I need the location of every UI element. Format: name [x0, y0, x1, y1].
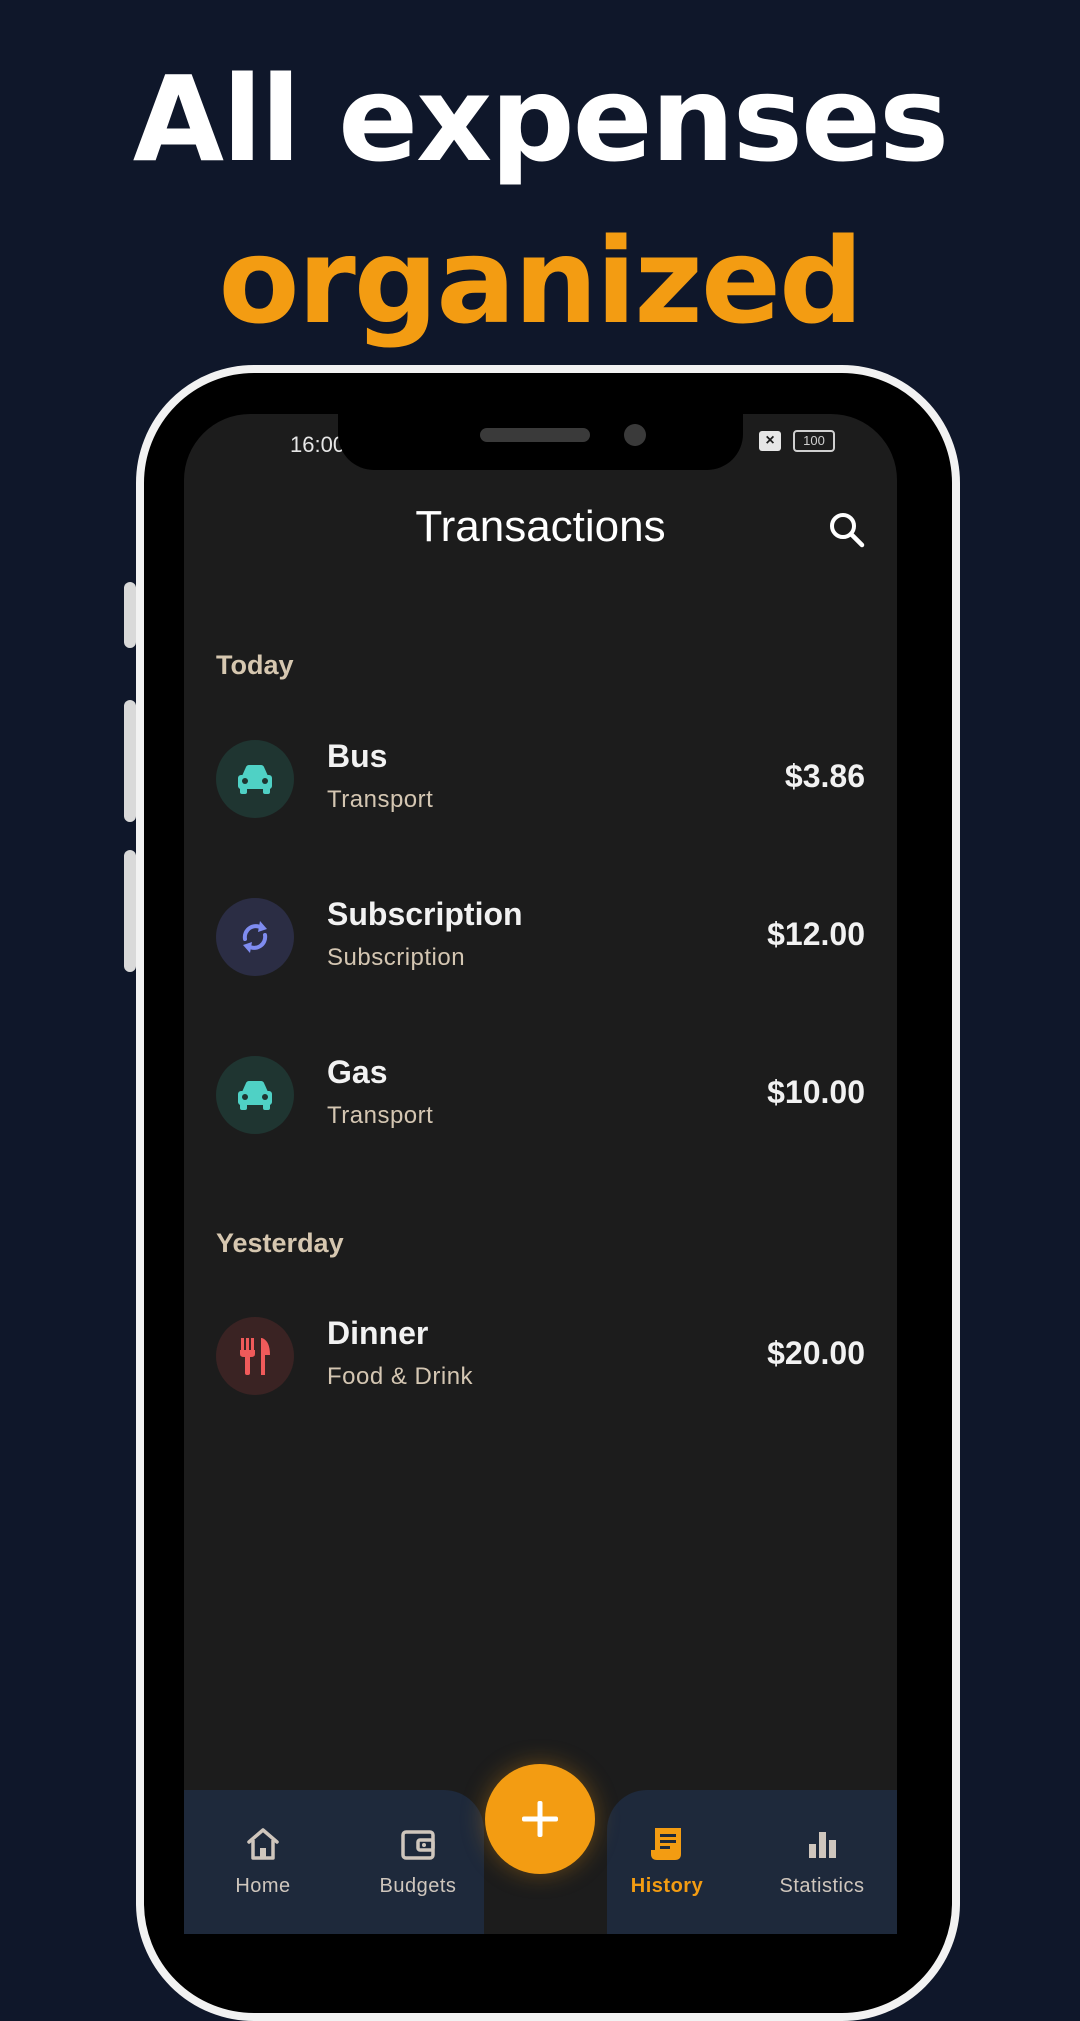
- transaction-category: Food & Drink: [327, 1363, 474, 1390]
- search-icon: [830, 513, 865, 548]
- transaction-row[interactable]: Gas Transport $10.00: [184, 1040, 897, 1150]
- status-icons: × 100: [759, 430, 835, 452]
- transaction-name: Gas: [327, 1054, 388, 1090]
- status-time: 16:00: [290, 432, 346, 457]
- add-transaction-button[interactable]: [485, 1764, 595, 1874]
- nav-item-history[interactable]: History: [607, 1824, 727, 1898]
- nav-item-budgets[interactable]: Budgets: [358, 1824, 478, 1898]
- home-icon: [247, 1828, 279, 1860]
- nav-item-home[interactable]: Home: [203, 1824, 323, 1898]
- transaction-category: Subscription: [327, 944, 466, 971]
- phone-side-button: [124, 850, 136, 972]
- bar-chart-icon: [809, 1832, 836, 1858]
- refresh-icon: [242, 921, 268, 953]
- battery-icon: 100: [793, 430, 835, 452]
- transaction-category: Transport: [327, 786, 434, 813]
- transaction-row[interactable]: Bus Transport $3.86: [184, 724, 897, 834]
- no-sim-icon: ×: [759, 431, 781, 451]
- utensils-icon: [240, 1338, 270, 1375]
- car-icon: [238, 1081, 272, 1110]
- food-category-badge: [216, 1317, 294, 1395]
- subscription-category-badge: [216, 898, 294, 976]
- phone-screen: 16:00 × 100 Transactions Today Bus Trans…: [184, 414, 897, 1934]
- transaction-amount: $10.00: [767, 1074, 865, 1110]
- transport-category-badge: [216, 740, 294, 818]
- transaction-row[interactable]: Subscription Subscription $12.00: [184, 882, 897, 992]
- nav-item-label: Statistics: [779, 1875, 865, 1897]
- nav-item-label: Home: [235, 1875, 291, 1897]
- transaction-name: Bus: [327, 738, 388, 774]
- page-title: Transactions: [415, 502, 666, 551]
- receipt-icon: [651, 1828, 681, 1860]
- transport-category-badge: [216, 1056, 294, 1134]
- transaction-amount: $12.00: [767, 916, 865, 952]
- nav-item-label: History: [630, 1875, 704, 1897]
- nav-item-label: Budgets: [379, 1875, 457, 1897]
- wallet-icon: [401, 1830, 435, 1860]
- phone-side-button: [124, 700, 136, 822]
- car-icon: [238, 765, 272, 794]
- phone-speaker: [480, 428, 590, 442]
- nav-item-statistics[interactable]: Statistics: [762, 1824, 882, 1898]
- headline-line-2: organized: [218, 212, 864, 350]
- transaction-category: Transport: [327, 1102, 434, 1129]
- phone-side-button: [124, 582, 136, 648]
- transaction-row[interactable]: Dinner Food & Drink $20.00: [184, 1301, 897, 1411]
- section-label-yesterday: Yesterday: [216, 1228, 344, 1258]
- headline-line-1: All expenses: [132, 50, 949, 188]
- plus-icon: [522, 1801, 558, 1837]
- transaction-name: Subscription: [327, 896, 523, 932]
- search-button[interactable]: [825, 508, 869, 552]
- phone-camera: [624, 424, 646, 446]
- transaction-amount: $3.86: [784, 758, 865, 794]
- transaction-amount: $20.00: [767, 1335, 865, 1371]
- transaction-name: Dinner: [327, 1315, 429, 1351]
- section-label-today: Today: [216, 650, 294, 680]
